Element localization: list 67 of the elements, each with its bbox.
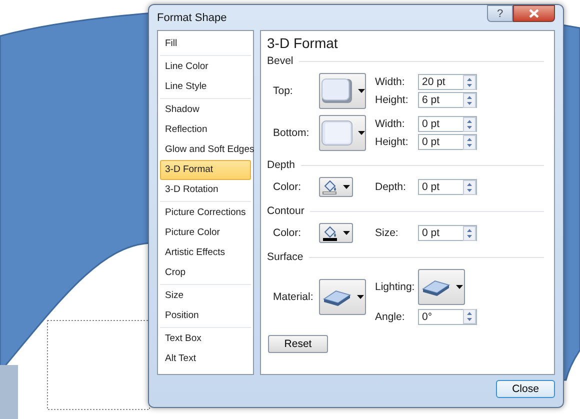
category-item[interactable]: 3-D Rotation	[160, 180, 251, 200]
panel-title: 3-D Format	[267, 35, 339, 51]
bevel-icon	[320, 120, 352, 146]
field-label: Bottom:	[273, 127, 310, 139]
bevel-icon	[320, 78, 352, 104]
section-heading: Depth	[267, 159, 296, 171]
spin-arrows-icon	[463, 92, 476, 108]
spin-field[interactable]: 0 pt	[418, 225, 477, 241]
category-item[interactable]: Position	[160, 306, 251, 326]
help-button[interactable]: ?	[487, 5, 513, 22]
field-label: Width:	[375, 76, 406, 88]
category-item[interactable]: Picture Color	[160, 223, 251, 243]
window-title: Format Shape	[157, 12, 227, 24]
dropdown-arrow-icon	[358, 131, 364, 135]
close-dialog-button[interactable]: Close	[496, 380, 555, 398]
field-label: Size:	[375, 227, 400, 239]
spin-arrows-icon	[463, 309, 476, 324]
field-label: Height:	[375, 136, 410, 148]
field-label: Width:	[375, 118, 406, 130]
spin-field[interactable]: 20 pt	[418, 74, 477, 90]
dropdown-arrow-icon	[456, 285, 462, 289]
section-heading: Contour	[267, 205, 304, 217]
close-icon	[529, 9, 539, 18]
spin-field[interactable]: 0 pt	[418, 179, 477, 195]
section-heading: Surface	[267, 251, 304, 263]
paint-bucket-icon	[322, 225, 338, 241]
field-label: Depth:	[375, 181, 407, 193]
dropdown-arrow-icon	[343, 231, 350, 235]
spin-field[interactable]: 0°	[418, 308, 477, 324]
field-label: Color:	[273, 181, 302, 193]
section-heading: Bevel	[267, 55, 294, 67]
category-item[interactable]: Line Style	[160, 77, 251, 97]
category-item[interactable]: Line Color	[160, 57, 251, 77]
spin-arrows-icon	[463, 74, 476, 90]
dropdown-arrow-icon	[343, 185, 350, 189]
category-item[interactable]: Picture Corrections	[160, 203, 251, 223]
spin-arrows-icon	[463, 116, 476, 132]
category-item[interactable]: Artistic Effects	[160, 243, 251, 263]
spin-arrows-icon	[463, 134, 476, 150]
paint-bucket-icon	[322, 179, 338, 195]
category-item[interactable]: Reflection	[160, 120, 251, 140]
dropdown-arrow-icon	[358, 89, 364, 93]
field-label: Lighting:	[375, 281, 416, 293]
spin-arrows-icon	[463, 180, 476, 194]
category-item[interactable]: Crop	[160, 263, 251, 283]
field-label: Material:	[273, 291, 314, 303]
close-button[interactable]	[513, 5, 555, 22]
spin-field[interactable]: 0 pt	[418, 116, 477, 132]
field-label: Angle:	[375, 310, 406, 322]
field-label: Top:	[273, 85, 294, 97]
dropdown-picker[interactable]	[418, 269, 465, 305]
slide-pillar	[0, 365, 18, 419]
dropdown-picker[interactable]	[319, 279, 366, 315]
field-label: Height:	[375, 94, 410, 106]
category-item[interactable]: Alt Text	[160, 349, 251, 369]
category-item[interactable]: Size	[160, 286, 251, 306]
category-item[interactable]: 3-D Format	[160, 160, 251, 180]
spin-field[interactable]: 0 pt	[418, 134, 477, 150]
reset-button[interactable]: Reset	[268, 335, 328, 353]
spin-arrows-icon	[463, 226, 476, 240]
dropdown-arrow-icon	[356, 295, 364, 299]
category-item[interactable]: Text Box	[160, 329, 251, 349]
field-label: Color:	[273, 227, 302, 239]
category-item[interactable]: Fill	[160, 34, 251, 54]
category-item[interactable]: Shadow	[160, 100, 251, 120]
dropdown-picker[interactable]	[319, 223, 353, 243]
spin-field[interactable]: 6 pt	[418, 92, 477, 108]
